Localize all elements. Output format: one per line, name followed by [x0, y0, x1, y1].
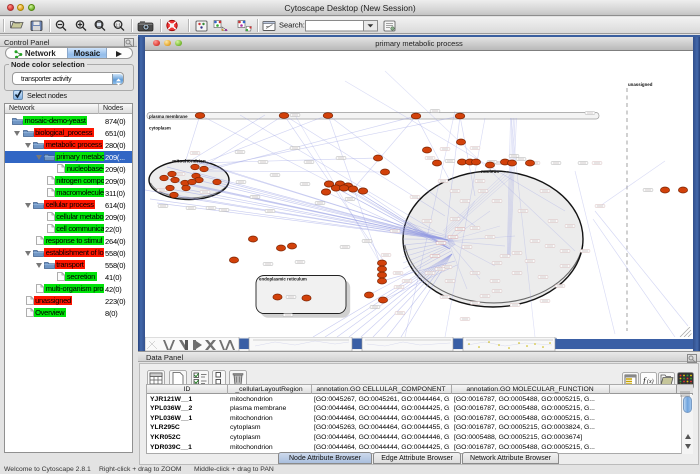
svg-text:mitochondrion: mitochondrion	[172, 159, 206, 165]
svg-text:cytoplasm: cytoplasm	[149, 126, 171, 131]
svg-text:nucleus: nucleus	[481, 169, 499, 175]
svg-text:1:1: 1:1	[115, 22, 121, 27]
svg-text:Search:: Search:	[279, 21, 305, 30]
svg-text:plasma membrane: plasma membrane	[149, 114, 188, 119]
svg-text:endoplasmic reticulum: endoplasmic reticulum	[259, 277, 307, 282]
svg-text:unassigned: unassigned	[628, 82, 653, 87]
